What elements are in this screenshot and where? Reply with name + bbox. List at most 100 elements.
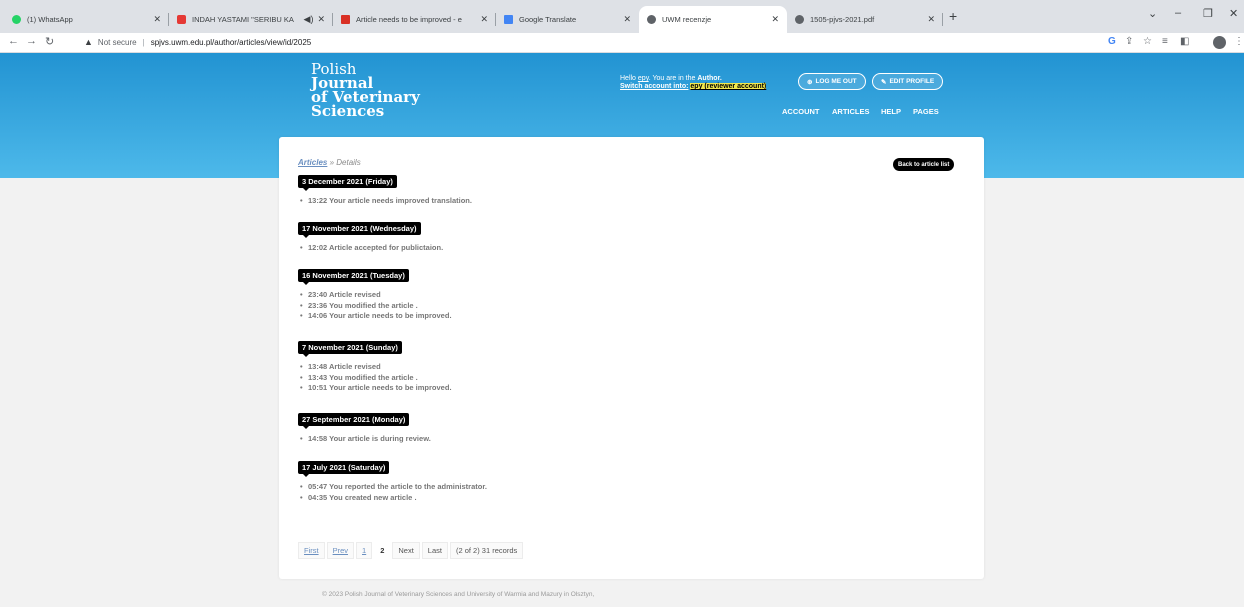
- close-icon[interactable]: ✕: [623, 14, 631, 25]
- timeline-entry: 23:36 You modified the article .: [298, 301, 452, 312]
- day-entries: 05:47 You reported the article to the ad…: [298, 482, 487, 503]
- timeline-entry: 04:35 You created new article .: [298, 493, 487, 504]
- day-date-label: 27 September 2021 (Monday): [298, 413, 410, 429]
- restore-icon[interactable]: ❐: [1203, 7, 1213, 20]
- nav-account[interactable]: ACCOUNT: [782, 107, 820, 116]
- journal-logo[interactable]: Polish Journal of Veterinary Sciences: [311, 62, 420, 120]
- logout-label: LOG ME OUT: [815, 78, 857, 85]
- tab-separator: [942, 13, 943, 26]
- tab-google-translate[interactable]: Google Translate ✕: [496, 6, 639, 33]
- day-date-label: 16 November 2021 (Tuesday): [298, 269, 409, 285]
- tab-pdf[interactable]: 1505-pjvs-2021.pdf ✕: [787, 6, 943, 33]
- page-records-info: (2 of 2) 31 records: [449, 542, 524, 559]
- back-to-article-list-button[interactable]: Back to article list: [893, 158, 955, 171]
- breadcrumb-articles-link[interactable]: Articles: [298, 158, 327, 167]
- tab-whatsapp[interactable]: (1) WhatsApp ✕: [4, 6, 169, 33]
- switch-account-link[interactable]: epy (reviewer account): [690, 83, 767, 90]
- switch-account-label: Switch account into:: [620, 83, 689, 90]
- globe-icon: [647, 15, 656, 24]
- breadcrumb: Articles » Details: [298, 158, 361, 167]
- tab-gmail[interactable]: Article needs to be improved - e ✕: [333, 6, 496, 33]
- timeline-day: 16 November 2021 (Tuesday) 23:40 Article…: [298, 265, 452, 322]
- page-2-current: 2: [380, 546, 385, 555]
- pagination: First Prev 1 2 Next Last (2 of 2) 31 rec…: [298, 542, 525, 559]
- day-date-label: 17 November 2021 (Wednesday): [298, 222, 421, 238]
- page-1-link[interactable]: 1: [356, 542, 373, 559]
- edit-profile-label: EDIT PROFILE: [889, 78, 935, 85]
- timeline-day: 17 July 2021 (Saturday) 05:47 You report…: [298, 457, 487, 503]
- day-entries: 12:02 Article accepted for publictaion.: [298, 243, 443, 254]
- tab-label: 1505-pjvs-2021.pdf: [810, 15, 875, 24]
- greeting-hello: Hello: [620, 75, 636, 82]
- browser-tab-bar: (1) WhatsApp ✕ INDAH YASTAMI "SERIBU KA …: [0, 0, 1244, 33]
- tab-label: UWM recenzje: [662, 15, 712, 24]
- day-entries: 23:40 Article revised 23:36 You modified…: [298, 290, 452, 322]
- speaker-icon[interactable]: ◀): [304, 14, 314, 25]
- day-date-label: 3 December 2021 (Friday): [298, 175, 397, 191]
- footer-copyright: © 2023 Polish Journal of Veterinary Scie…: [322, 591, 595, 598]
- google-icon[interactable]: G: [1108, 36, 1116, 47]
- reload-icon[interactable]: ↻: [45, 35, 54, 48]
- translate-icon: [504, 15, 513, 24]
- day-entries: 14:58 Your article is during review.: [298, 434, 431, 445]
- timeline-entry: 14:06 Your article needs to be improved.: [298, 311, 452, 322]
- close-window-icon[interactable]: ✕: [1229, 7, 1238, 20]
- gmail-icon: [341, 15, 350, 24]
- url-field[interactable]: ▲ Not secure | spjvs.uwm.edu.pl/author/a…: [84, 37, 311, 47]
- logout-icon: ⊕: [807, 78, 813, 86]
- logout-button[interactable]: ⊕ LOG ME OUT: [798, 73, 866, 90]
- timeline-entry: 13:48 Article revised: [298, 362, 452, 373]
- close-icon[interactable]: ✕: [771, 14, 779, 25]
- tab-youtube[interactable]: INDAH YASTAMI "SERIBU KA ◀) ✕: [169, 6, 333, 33]
- address-bar: ← → ↻ ▲ Not secure | spjvs.uwm.edu.pl/au…: [0, 33, 1244, 53]
- star-icon[interactable]: ☆: [1143, 36, 1152, 47]
- timeline-entry: 05:47 You reported the article to the ad…: [298, 482, 487, 493]
- nav-help[interactable]: HELP: [881, 107, 901, 116]
- forward-arrow-icon[interactable]: →: [26, 35, 37, 47]
- timeline-entry: 10:51 Your article needs to be improved.: [298, 383, 452, 394]
- back-arrow-icon[interactable]: ←: [8, 35, 19, 47]
- tab-label: (1) WhatsApp: [27, 15, 73, 24]
- new-tab-icon[interactable]: +: [949, 8, 957, 24]
- nav-pages[interactable]: PAGES: [913, 107, 939, 116]
- whatsapp-icon: [12, 15, 21, 24]
- page-last[interactable]: Last: [421, 542, 448, 559]
- tab-uwm-recenzje[interactable]: UWM recenzje ✕: [639, 6, 787, 33]
- day-date-label: 17 July 2021 (Saturday): [298, 461, 390, 477]
- menu-dots-icon[interactable]: ⋮: [1234, 36, 1244, 47]
- timeline-entry: 14:58 Your article is during review.: [298, 434, 431, 445]
- minimize-icon[interactable]: –: [1175, 7, 1181, 19]
- user-greeting: Hello epy. You are in the Author. Switch…: [620, 75, 767, 91]
- globe-icon: [795, 15, 804, 24]
- side-panel-icon[interactable]: ◧: [1180, 36, 1189, 47]
- edit-icon: ✎: [881, 78, 887, 86]
- close-icon[interactable]: ✕: [317, 14, 325, 25]
- close-icon[interactable]: ✕: [480, 14, 488, 25]
- tab-search-icon[interactable]: ⌄: [1148, 7, 1157, 20]
- page-prev-link[interactable]: Prev: [326, 542, 355, 559]
- timeline-entry: 23:40 Article revised: [298, 290, 452, 301]
- warning-icon: ▲: [84, 37, 93, 47]
- role-name: Author.: [697, 75, 722, 82]
- timeline-day: 3 December 2021 (Friday) 13:22 Your arti…: [298, 171, 472, 207]
- nav-articles[interactable]: ARTICLES: [832, 107, 870, 116]
- tab-label: Google Translate: [519, 15, 577, 24]
- page-next[interactable]: Next: [392, 542, 420, 559]
- logo-line-4: Sciences: [311, 102, 385, 120]
- page-first-link[interactable]: First: [298, 542, 325, 559]
- share-icon[interactable]: ⇪: [1125, 36, 1133, 47]
- day-date-label: 7 November 2021 (Sunday): [298, 341, 402, 357]
- user-link[interactable]: epy: [638, 75, 649, 82]
- tab-label: INDAH YASTAMI "SERIBU KA: [192, 15, 294, 24]
- timeline-day: 7 November 2021 (Sunday) 13:48 Article r…: [298, 337, 452, 394]
- reading-list-icon[interactable]: ≡: [1162, 36, 1168, 47]
- url-text: spjvs.uwm.edu.pl/author/articles/view/id…: [150, 37, 312, 47]
- close-icon[interactable]: ✕: [153, 14, 161, 25]
- tab-label: Article needs to be improved - e: [356, 15, 462, 24]
- close-icon[interactable]: ✕: [927, 14, 935, 25]
- timeline-entry: 13:43 You modified the article .: [298, 373, 452, 384]
- profile-avatar-icon[interactable]: [1213, 36, 1226, 49]
- day-entries: 13:48 Article revised 13:43 You modified…: [298, 362, 452, 394]
- edit-profile-button[interactable]: ✎ EDIT PROFILE: [872, 73, 944, 90]
- timeline-day: 17 November 2021 (Wednesday) 12:02 Artic…: [298, 218, 443, 254]
